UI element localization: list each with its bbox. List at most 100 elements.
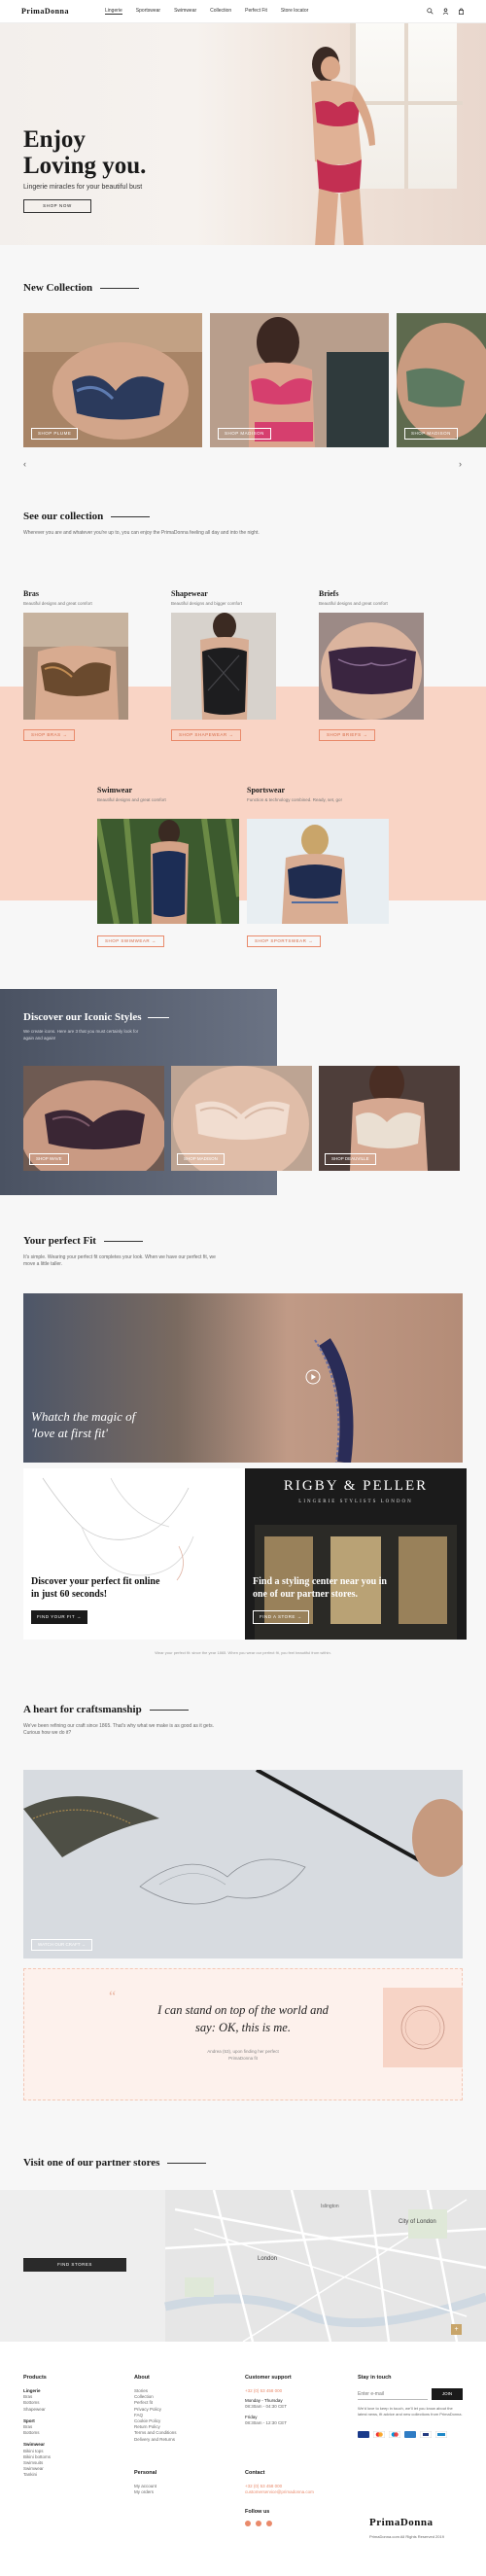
nav-store-locator[interactable]: Store locator xyxy=(281,8,308,15)
account-icon[interactable] xyxy=(442,8,449,15)
title-rule xyxy=(149,1709,189,1711)
newsletter-email-input[interactable] xyxy=(358,2388,428,2400)
find-store-card: RIGBY & PELLER LINGERIE STYLISTS LONDON … xyxy=(245,1468,467,1640)
footer-logo[interactable]: PrimaDonna xyxy=(369,2517,434,2528)
payment-icons xyxy=(358,2431,447,2438)
watch-craft-button[interactable]: WATCH OUR CRAFT → xyxy=(31,1939,93,1951)
footer-link[interactable]: Terms and Conditions xyxy=(134,2430,177,2436)
iconic-card-1[interactable]: SHOP WAVE xyxy=(23,1066,164,1171)
collection-card-1[interactable]: SHOP PLUME xyxy=(23,313,202,447)
category-sportswear-title: Sportswear xyxy=(247,786,286,794)
find-stores-button[interactable]: FIND STORES xyxy=(23,2258,126,2272)
shop-briefs-button[interactable]: SHOP BRIEFS → xyxy=(319,729,376,741)
newsletter-join-button[interactable]: JOIN xyxy=(432,2388,463,2400)
perfect-fit-title: Your perfect Fit xyxy=(23,1235,143,1247)
support-phone[interactable]: +32 (0) 53 458 000 xyxy=(245,2388,287,2394)
play-icon[interactable] xyxy=(305,1369,321,1385)
nav-perfect-fit[interactable]: Perfect Fit xyxy=(245,8,267,15)
shop-plume-button[interactable]: SHOP PLUME xyxy=(31,428,79,440)
testimonial-author: Andrea (53), upon finding her perfect Pr… xyxy=(117,2048,369,2062)
iconic-styles-title-text: Discover our Iconic Styles xyxy=(23,1011,142,1023)
amex-icon xyxy=(404,2431,416,2438)
instagram-icon[interactable] xyxy=(256,2521,261,2526)
watch-craft-label: WATCH OUR CRAFT xyxy=(38,1942,81,1947)
shop-wave-button[interactable]: SHOP WAVE xyxy=(29,1153,69,1165)
shop-shapewear-button[interactable]: SHOP SHAPEWEAR → xyxy=(171,729,242,741)
nav-sportswear[interactable]: Sportswear xyxy=(136,8,160,15)
visa-icon xyxy=(358,2431,369,2438)
rigby-peller-tagline: LINGERIE STYLISTS LONDON xyxy=(298,1500,413,1504)
contact-email[interactable]: customerservice@primadonna.com xyxy=(245,2489,314,2495)
footer-touch-title: Stay in touch xyxy=(358,2375,392,2381)
footer-personal-list: My account My orders xyxy=(134,2484,156,2495)
carousel-next-icon[interactable]: › xyxy=(459,459,462,469)
find-a-store-button[interactable]: FIND A STORE → xyxy=(253,1610,309,1624)
nav-collection[interactable]: Collection xyxy=(210,8,231,15)
support-hours: 08:30am - 12:30 CET xyxy=(245,2419,288,2425)
collection-card-2[interactable]: SHOP MADISON xyxy=(210,313,389,447)
fit-video[interactable]: Whatch the magic of 'love at first fit' xyxy=(23,1293,463,1463)
nav-swimwear[interactable]: Swimwear xyxy=(174,8,196,15)
pinterest-icon[interactable] xyxy=(266,2521,272,2526)
facebook-icon[interactable] xyxy=(245,2521,251,2526)
shop-madison-iconic-button[interactable]: SHOP MADISON xyxy=(177,1153,225,1165)
brand-logo[interactable]: PrimaDonna xyxy=(21,7,69,16)
see-collection-title-text: See our collection xyxy=(23,511,104,522)
footer-support-title: Customer support xyxy=(245,2375,292,2381)
see-collection-title: See our collection xyxy=(23,511,151,522)
footer-link[interactable]: Delivery and Returns xyxy=(134,2437,177,2443)
find-fit-card: Discover your perfect fit online in just… xyxy=(23,1468,245,1640)
footer-contact-list: +32 (0) 53 458 000 customerservice@prima… xyxy=(245,2484,314,2495)
footer-about-list: Stories Collection Perfect fit Privacy P… xyxy=(134,2388,177,2443)
category-shapewear-image[interactable] xyxy=(171,613,276,720)
stores-title-text: Visit one of our partner stores xyxy=(23,2157,160,2169)
fit-video-caption-line1: Whatch the magic of xyxy=(31,1409,136,1424)
shop-bras-button[interactable]: SHOP BRAS → xyxy=(23,729,76,741)
footer-copyright: PrimaDonna.com All Rights Reserved 2019 xyxy=(369,2534,444,2539)
see-collection-desc: Wherever you are and whatever you're up … xyxy=(23,530,260,536)
craft-video[interactable]: WATCH OUR CRAFT → xyxy=(23,1770,463,1958)
find-a-store-label: FIND A STORE xyxy=(260,1614,295,1619)
category-briefs-title: Briefs xyxy=(319,589,339,598)
carousel-prev-icon[interactable]: ‹ xyxy=(23,459,26,469)
title-rule xyxy=(167,2162,207,2164)
find-your-fit-button[interactable]: FIND YOUR FIT → xyxy=(31,1610,87,1624)
hero-title-line2: Loving you. xyxy=(23,153,147,179)
map-label-london: London xyxy=(258,2256,278,2262)
shop-sportswear-label: SHOP SPORTSWEAR xyxy=(255,938,307,943)
newsletter-desc: We'd love to keep in touch, we'll let yo… xyxy=(358,2406,463,2417)
category-swimwear-image[interactable] xyxy=(97,819,239,924)
shop-swimwear-label: SHOP SWIMWEAR xyxy=(105,938,151,943)
collection-card-3[interactable]: SHOP MADISON xyxy=(397,313,486,447)
category-swimwear-desc: Beautiful designs and great comfort xyxy=(97,797,166,802)
shop-sportswear-button[interactable]: SHOP SPORTSWEAR → xyxy=(247,935,322,947)
footer-link[interactable]: My orders xyxy=(134,2489,156,2495)
hero-banner: Enjoy Loving you. Lingerie miracles for … xyxy=(0,23,486,245)
search-icon[interactable] xyxy=(427,8,434,15)
perfect-fit-desc: It's simple. Wearing your perfect fit co… xyxy=(23,1254,216,1267)
quote-open-icon: “ xyxy=(109,1990,116,2001)
store-map[interactable]: City of London London Islington FIND STO… xyxy=(0,2190,486,2342)
category-briefs-image[interactable] xyxy=(319,613,424,720)
shop-now-button[interactable]: SHOP NOW xyxy=(23,199,91,213)
testimonial-author-line1: Andrea (53), upon finding her perfect xyxy=(207,2049,279,2054)
shop-madison-button-2[interactable]: SHOP MADISON xyxy=(404,428,458,440)
footer-contact-title: Contact xyxy=(245,2470,265,2476)
iconic-card-2[interactable]: SHOP MADISON xyxy=(171,1066,312,1171)
category-sportswear-image[interactable] xyxy=(247,819,389,924)
category-bras-image[interactable] xyxy=(23,613,128,720)
shop-madison-button-1[interactable]: SHOP MADISON xyxy=(218,428,271,440)
map-zoom-icon[interactable]: + xyxy=(451,2324,462,2335)
craft-image xyxy=(23,1770,463,1958)
iconic-card-3[interactable]: SHOP DEAUVILLE xyxy=(319,1066,460,1171)
category-bras-title: Bras xyxy=(23,589,39,598)
shop-swimwear-button[interactable]: SHOP SWIMWEAR → xyxy=(97,935,164,947)
shop-deauville-button[interactable]: SHOP DEAUVILLE xyxy=(325,1153,376,1165)
find-store-heading-line1: Find a styling center near you in xyxy=(253,1576,387,1587)
footer-link[interactable]: Tankini xyxy=(23,2472,51,2478)
title-rule xyxy=(147,1016,169,1018)
cart-icon[interactable] xyxy=(458,8,465,15)
nav-lingerie[interactable]: Lingerie xyxy=(105,8,122,15)
testimonial-quote: I can stand on top of the world and say:… xyxy=(117,2001,369,2036)
testimonial-quote-line1: I can stand on top of the world and xyxy=(157,2003,329,2017)
